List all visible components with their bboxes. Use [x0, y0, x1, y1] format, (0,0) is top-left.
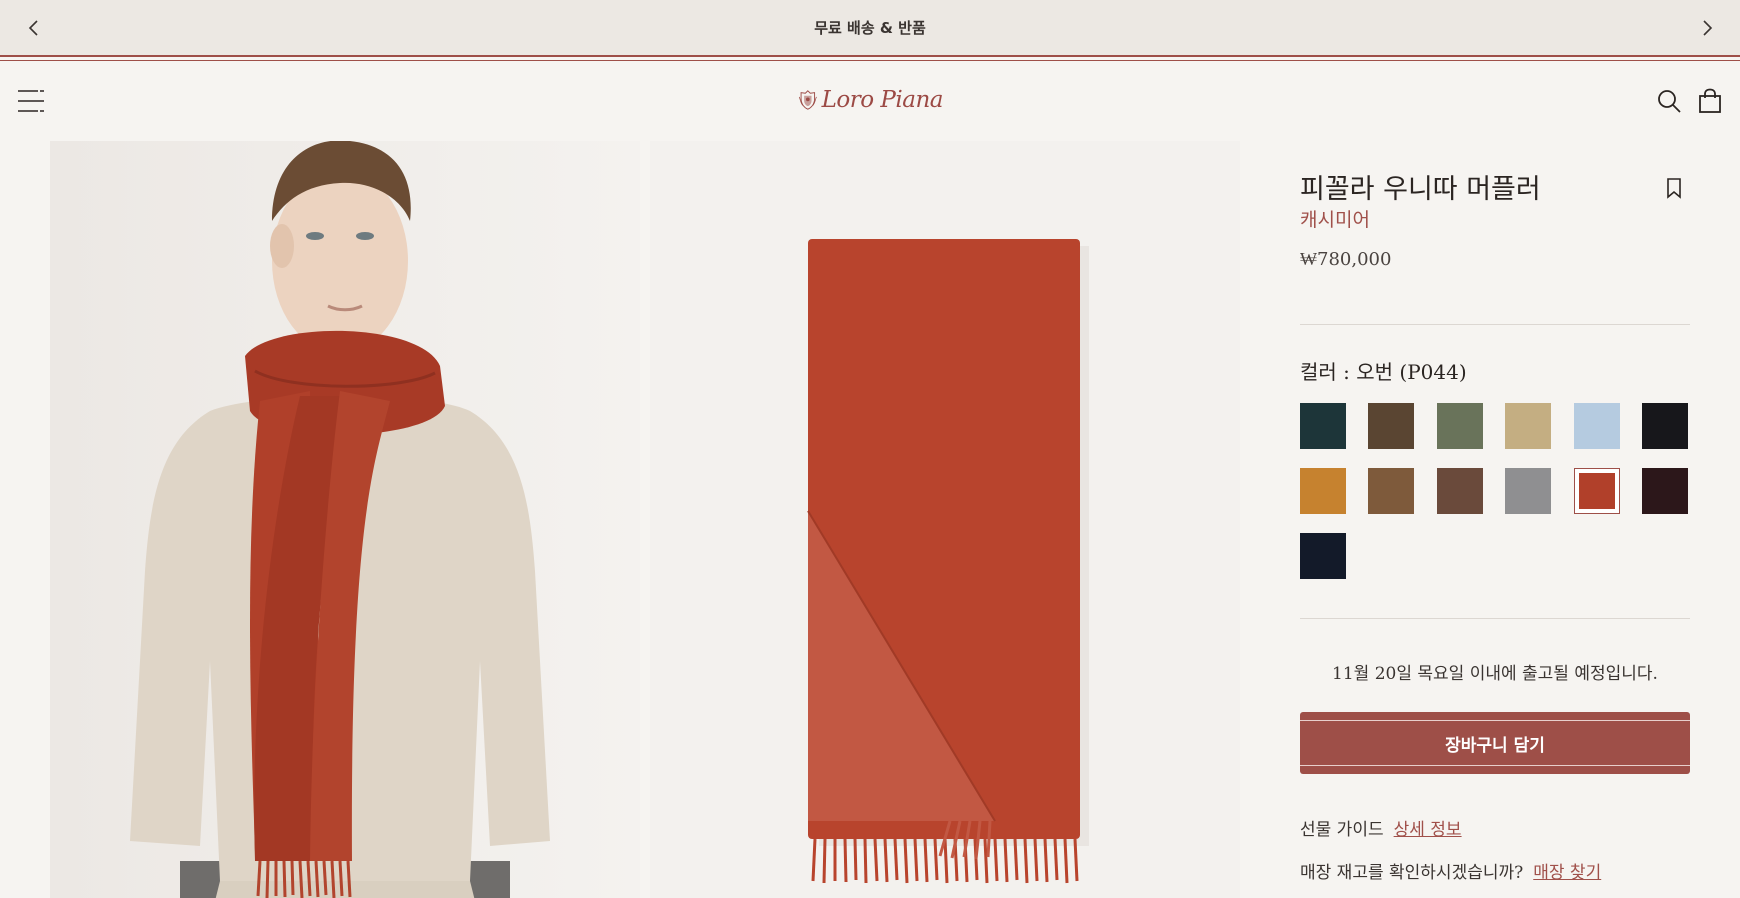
color-swatch[interactable] — [1642, 403, 1688, 449]
find-store-link[interactable]: 매장 찾기 — [1533, 863, 1601, 883]
color-swatch[interactable] — [1300, 403, 1346, 449]
search-icon[interactable] — [1656, 88, 1682, 114]
gift-guide-link[interactable]: 상세 정보 — [1394, 820, 1462, 840]
product-image-flat[interactable] — [650, 141, 1240, 898]
color-swatch[interactable] — [1574, 403, 1620, 449]
divider — [1300, 618, 1690, 619]
model-illustration — [50, 141, 640, 898]
color-swatch[interactable] — [1505, 468, 1551, 514]
announcement-text: 무료 배송 & 반품 — [814, 19, 926, 37]
logo-wordmark: Loro Piana — [821, 87, 944, 113]
color-swatch[interactable] — [1300, 468, 1346, 514]
scarf-illustration — [650, 141, 1240, 898]
bookmark-icon[interactable] — [1665, 177, 1683, 199]
product-material[interactable]: 캐시미어 — [1300, 205, 1370, 232]
product-image-model[interactable] — [50, 141, 640, 898]
color-swatch[interactable] — [1368, 403, 1414, 449]
shopping-bag-icon[interactable] — [1697, 88, 1723, 114]
menu-icon[interactable] — [16, 88, 46, 114]
add-to-cart-button[interactable]: 장바구니 담기 — [1300, 712, 1690, 774]
color-swatch-selected[interactable] — [1574, 468, 1620, 514]
announcement-bar: 무료 배송 & 반품 — [0, 0, 1740, 55]
shipping-estimate: 11월 20일 목요일 이내에 출고될 예정입니다. — [1332, 664, 1658, 684]
crest-icon — [798, 90, 817, 110]
color-label: 컬러 : 오번 (P044) — [1300, 360, 1467, 384]
store-stock-row: 매장 재고를 확인하시겠습니까? 매장 찾기 — [1300, 858, 1601, 883]
divider — [1300, 324, 1690, 325]
button-line — [1300, 720, 1690, 721]
color-swatch[interactable] — [1300, 533, 1346, 579]
header-stripe — [0, 55, 1740, 57]
product-title: 피꼴라 우니따 머플러 — [1300, 174, 1541, 205]
add-to-cart-label: 장바구니 담기 — [1445, 736, 1545, 756]
color-swatch[interactable] — [1505, 403, 1551, 449]
gift-guide-label: 선물 가이드 — [1300, 820, 1384, 840]
color-swatch[interactable] — [1437, 403, 1483, 449]
chevron-right-icon[interactable] — [1693, 14, 1721, 42]
brand-logo[interactable]: Loro Piana — [798, 80, 944, 120]
header-stripe — [0, 60, 1740, 61]
color-swatch[interactable] — [1368, 468, 1414, 514]
button-line — [1300, 765, 1690, 766]
site-header: Loro Piana — [0, 64, 1740, 136]
color-swatch[interactable] — [1437, 468, 1483, 514]
store-stock-label: 매장 재고를 확인하시겠습니까? — [1300, 863, 1524, 883]
gift-guide-row: 선물 가이드 상세 정보 — [1300, 815, 1462, 840]
color-swatch[interactable] — [1642, 468, 1688, 514]
product-price: ₩780,000 — [1300, 249, 1392, 270]
